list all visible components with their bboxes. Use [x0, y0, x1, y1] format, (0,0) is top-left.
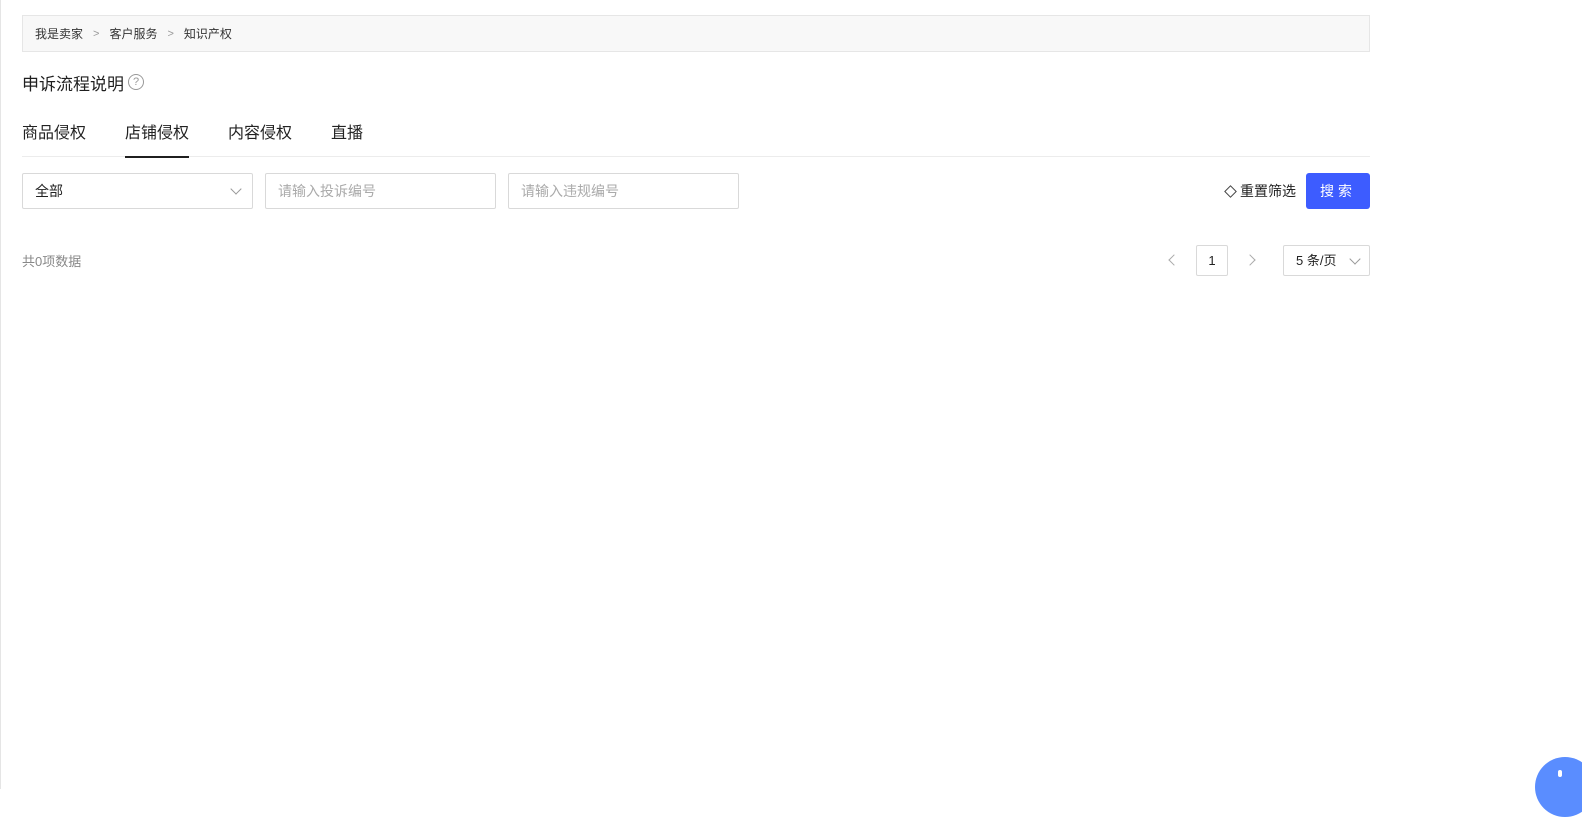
chevron-left-icon[interactable]: [1168, 254, 1180, 266]
breadcrumb-item-ip: 知识产权: [183, 27, 232, 41]
pagination: 1 5 条/页: [1160, 245, 1370, 276]
breadcrumb-item-seller[interactable]: 我是卖家: [35, 25, 83, 42]
page-size-select[interactable]: 5 条/页: [1283, 245, 1370, 276]
status-select-value: 全部: [35, 183, 63, 199]
complaint-number-input[interactable]: [265, 173, 496, 209]
tab-content-infringement[interactable]: 内容侵权: [228, 118, 292, 157]
breadcrumb-separator: >: [167, 27, 174, 40]
question-circle-icon[interactable]: ?: [128, 74, 144, 90]
tab-bar: 商品侵权 店铺侵权 内容侵权 直播: [22, 118, 1370, 158]
reset-filter-label: 重置筛选: [1240, 183, 1296, 199]
eraser-icon: [1224, 184, 1237, 198]
assistant-float-icon[interactable]: [1535, 757, 1582, 817]
chevron-down-icon: [230, 183, 242, 195]
search-button[interactable]: 搜索: [1306, 173, 1370, 209]
filter-row: 全部 重置筛选 搜索: [22, 173, 1370, 209]
chevron-right-icon[interactable]: [1244, 254, 1256, 266]
page-title-text: 申诉流程说明: [22, 74, 124, 94]
chevron-down-icon: [1349, 253, 1361, 265]
reset-filter-button[interactable]: 重置筛选: [1224, 173, 1296, 209]
total-count: 共0项数据: [22, 254, 82, 269]
page-number-current[interactable]: 1: [1196, 245, 1228, 276]
status-select[interactable]: 全部: [22, 173, 253, 209]
tab-store-infringement[interactable]: 店铺侵权: [125, 118, 190, 158]
page-size-value: 5 条/页: [1296, 253, 1337, 268]
assistant-eye-icon: [1558, 770, 1562, 777]
tab-product-infringement[interactable]: 商品侵权: [22, 118, 86, 157]
tab-live-stream[interactable]: 直播: [331, 118, 363, 157]
breadcrumb-separator: >: [93, 27, 100, 40]
breadcrumb: 我是卖家 > 客户服务 > 知识产权: [22, 15, 1370, 52]
page-left-border: [0, 0, 1, 789]
violation-number-input[interactable]: [508, 173, 739, 209]
breadcrumb-item-customer-service[interactable]: 客户服务: [109, 25, 157, 42]
page-title: 申诉流程说明 ?: [22, 70, 144, 94]
